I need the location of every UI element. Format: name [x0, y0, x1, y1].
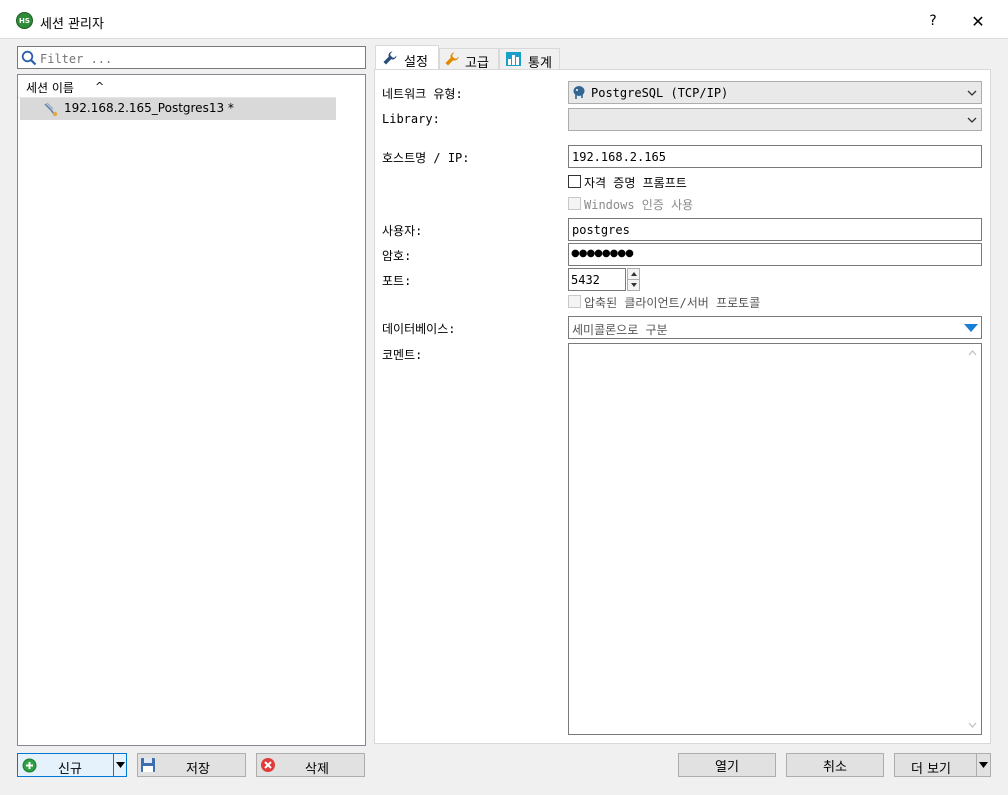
- more-button-split[interactable]: [976, 754, 990, 776]
- port-spinner[interactable]: [627, 268, 640, 291]
- spin-up-icon[interactable]: [630, 271, 638, 277]
- close-button[interactable]: ✕: [962, 6, 994, 36]
- spinner-divider: [628, 279, 639, 280]
- network-type-value: PostgreSQL (TCP/IP): [591, 86, 729, 100]
- filter-box[interactable]: [17, 46, 366, 69]
- cancel-button-label: 취소: [823, 759, 847, 775]
- windows-auth-checkbox[interactable]: [568, 197, 581, 210]
- tab-settings-label: 설정: [404, 55, 428, 70]
- user-label: 사용자:: [382, 224, 423, 238]
- network-type-select[interactable]: PostgreSQL (TCP/IP): [568, 81, 982, 104]
- window-title: 세션 관리자: [40, 17, 104, 32]
- host-value: 192.168.2.165: [572, 150, 666, 164]
- title-bar: HS 세션 관리자 ? ✕: [0, 0, 1008, 38]
- chevron-down-icon: [967, 117, 977, 123]
- more-button[interactable]: 더 보기: [894, 753, 991, 777]
- tab-advanced[interactable]: 고급: [439, 48, 499, 71]
- databases-select[interactable]: 세미콜론으로 구분: [568, 316, 982, 339]
- tree-item-selected[interactable]: 192.168.2.165_Postgres13 *: [20, 98, 336, 120]
- port-label: 포트:: [382, 274, 412, 288]
- open-button-label: 열기: [715, 759, 739, 775]
- password-value: ●●●●●●●●: [571, 248, 634, 259]
- wrench-icon: [383, 51, 397, 65]
- help-button[interactable]: ?: [918, 6, 948, 36]
- close-icon: ✕: [971, 11, 985, 31]
- session-tree[interactable]: 세션 이름 ^ 192.168.2.165_Postgres13 *: [17, 74, 366, 746]
- add-circle-icon: [22, 758, 37, 773]
- scroll-down-icon[interactable]: [968, 722, 977, 728]
- app-icon: HS: [16, 12, 33, 29]
- new-button-label: 신규: [58, 762, 82, 777]
- bar-chart-icon: [506, 52, 521, 66]
- port-input[interactable]: 5432: [568, 268, 626, 291]
- port-value: 5432: [571, 273, 600, 287]
- comment-textarea[interactable]: [568, 343, 982, 735]
- column-header[interactable]: 세션 이름 ^: [18, 75, 336, 98]
- chevron-down-icon: [967, 90, 977, 96]
- sort-ascending-icon: ^: [95, 80, 105, 93]
- wrench-orange-icon: [445, 52, 459, 66]
- filter-input[interactable]: [38, 48, 362, 69]
- library-select[interactable]: [568, 108, 982, 131]
- settings-panel: 네트워크 유형: PostgreSQL (TCP/IP) Library: 호스…: [374, 69, 991, 744]
- caret-down-icon: [979, 762, 988, 768]
- delete-icon: [261, 758, 275, 772]
- user-value: postgres: [572, 223, 630, 237]
- postgres-session-icon: [44, 102, 58, 117]
- databases-label: 데이터베이스:: [382, 322, 456, 336]
- comment-scrollbar[interactable]: [964, 344, 981, 734]
- cancel-button[interactable]: 취소: [786, 753, 884, 777]
- floppy-disk-icon: [141, 758, 155, 772]
- open-button[interactable]: 열기: [678, 753, 776, 777]
- scroll-up-icon[interactable]: [968, 350, 977, 356]
- new-button-split[interactable]: [113, 754, 126, 776]
- column-header-label: 세션 이름: [26, 81, 74, 95]
- tab-settings[interactable]: 설정: [375, 45, 439, 70]
- compressed-protocol-checkbox[interactable]: [568, 295, 581, 308]
- session-name: 192.168.2.165_Postgres13 *: [64, 101, 234, 115]
- spin-down-icon[interactable]: [630, 282, 638, 288]
- host-label: 호스트명 / IP:: [382, 151, 470, 165]
- caret-down-icon: [116, 762, 125, 768]
- save-button[interactable]: 저장: [137, 753, 246, 777]
- tab-statistics[interactable]: 통계: [499, 48, 560, 71]
- delete-button-label: 삭제: [305, 762, 329, 777]
- password-input[interactable]: ●●●●●●●●: [568, 243, 982, 266]
- more-button-label: 더 보기: [911, 762, 952, 777]
- host-input[interactable]: 192.168.2.165: [568, 145, 982, 168]
- network-type-label: 네트워크 유형:: [382, 87, 463, 101]
- dropdown-arrow-icon[interactable]: [963, 323, 979, 333]
- search-icon: [21, 50, 37, 66]
- delete-button[interactable]: 삭제: [256, 753, 365, 777]
- prompt-credentials-checkbox[interactable]: [568, 175, 581, 188]
- comment-label: 코멘트:: [382, 348, 423, 362]
- postgresql-icon: [573, 86, 585, 99]
- save-button-label: 저장: [186, 762, 210, 777]
- prompt-credentials-label: 자격 증명 프롬프트: [584, 176, 687, 190]
- library-label: Library:: [382, 112, 440, 126]
- compressed-protocol-label: 압축된 클라이언트/서버 프로토콜: [584, 296, 761, 310]
- user-input[interactable]: postgres: [568, 218, 982, 241]
- databases-placeholder: 세미콜론으로 구분: [572, 323, 668, 337]
- new-button[interactable]: 신규: [17, 753, 127, 777]
- password-label: 암호:: [382, 249, 412, 263]
- windows-auth-label: Windows 인증 사용: [584, 198, 694, 212]
